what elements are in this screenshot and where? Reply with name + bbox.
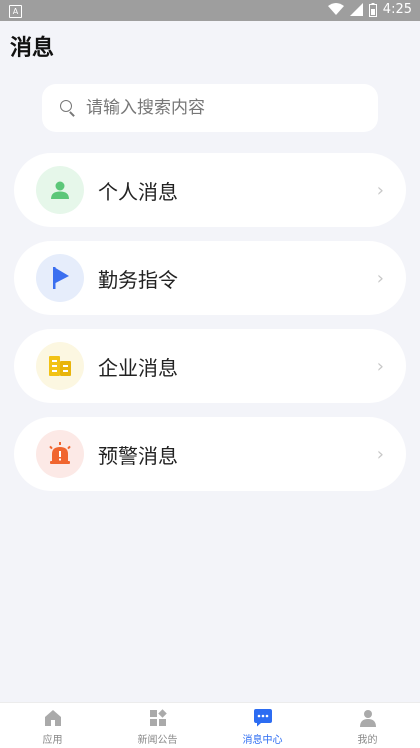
signal-icon xyxy=(349,3,363,16)
person-icon xyxy=(36,166,84,214)
wifi-icon xyxy=(327,3,344,15)
message-item-label: 个人消息 xyxy=(98,179,178,204)
status-time: 4:25 xyxy=(382,2,412,17)
bottom-tab-bar: 应用 新闻公告 消息中心 我的 xyxy=(0,702,420,748)
tab-label: 新闻公告 xyxy=(137,735,178,746)
grid-icon xyxy=(148,708,168,728)
flag-icon xyxy=(36,254,84,302)
message-item-label: 勤务指令 xyxy=(98,267,178,292)
tab-label: 我的 xyxy=(357,735,378,746)
tab-label: 应用 xyxy=(42,735,63,746)
building-icon xyxy=(36,342,84,390)
page-title: 消息 xyxy=(10,36,55,61)
chevron-right-icon: › xyxy=(376,355,384,377)
notification-icon: A xyxy=(9,5,22,18)
user-icon xyxy=(358,708,378,728)
status-bar: A 4:25 xyxy=(0,0,420,21)
alarm-icon xyxy=(36,430,84,478)
chevron-right-icon: › xyxy=(376,443,384,465)
battery-icon xyxy=(368,2,377,17)
search-bar[interactable] xyxy=(42,84,378,132)
chevron-right-icon: › xyxy=(376,179,384,201)
home-icon xyxy=(43,708,63,728)
message-item-label: 预警消息 xyxy=(98,443,178,468)
message-item-label: 企业消息 xyxy=(98,355,178,380)
chevron-right-icon: › xyxy=(376,267,384,289)
message-item-enterprise[interactable]: 企业消息 › xyxy=(14,329,406,403)
chat-icon xyxy=(253,708,273,728)
message-item-alert[interactable]: 预警消息 › xyxy=(14,417,406,491)
tab-news[interactable]: 新闻公告 xyxy=(105,703,210,748)
tab-message-center[interactable]: 消息中心 xyxy=(210,703,315,748)
search-icon xyxy=(60,100,76,117)
message-item-personal[interactable]: 个人消息 › xyxy=(14,153,406,227)
tab-label: 消息中心 xyxy=(242,735,283,746)
search-input[interactable] xyxy=(84,97,348,119)
message-item-duty-order[interactable]: 勤务指令 › xyxy=(14,241,406,315)
tab-mine[interactable]: 我的 xyxy=(315,703,420,748)
tab-apps[interactable]: 应用 xyxy=(0,703,105,748)
